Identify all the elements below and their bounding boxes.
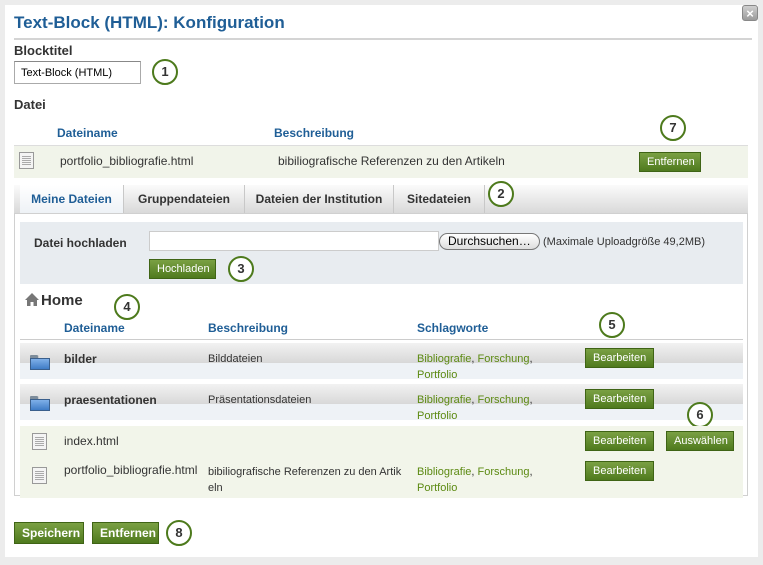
- folder-icon: [30, 355, 50, 370]
- tab-sitedateien[interactable]: Sitedateien: [394, 185, 485, 213]
- file-list-row: index.html Bearbeiten Auswählen: [20, 426, 743, 456]
- row-tags: Bibliografie, Forschung, Portfolio: [417, 353, 533, 381]
- file-list-row: portfolio_bibliografie.html bibiliografi…: [20, 456, 743, 498]
- max-upload-size-note: (Maximale Uploadgröße 49,2MB): [543, 236, 706, 248]
- tag-link[interactable]: Portfolio: [417, 482, 457, 494]
- browser-header-tags: Schlagworte: [417, 321, 489, 335]
- edit-button[interactable]: Bearbeiten: [585, 389, 654, 409]
- tag-link[interactable]: Portfolio: [417, 410, 457, 422]
- block-title-label: Blocktitel: [14, 43, 73, 58]
- save-button[interactable]: Speichern: [14, 522, 84, 544]
- config-dialog: × Text-Block (HTML): Konfiguration Block…: [5, 5, 758, 557]
- row-name[interactable]: portfolio_bibliografie.html: [64, 463, 197, 477]
- upload-file-input[interactable]: [149, 231, 439, 251]
- callout-6: 6: [687, 402, 713, 428]
- tag-link[interactable]: Forschung: [478, 466, 530, 478]
- row-description-line2: eln: [208, 482, 223, 494]
- selected-file-name[interactable]: portfolio_bibliografie.html: [60, 154, 193, 168]
- row-name[interactable]: bilder: [64, 352, 97, 366]
- row-name[interactable]: praesentationen: [64, 393, 157, 407]
- selected-file-header-filename: Dateiname: [57, 126, 118, 140]
- selected-file-row: portfolio_bibliografie.html bibiliografi…: [14, 145, 748, 178]
- edit-button[interactable]: Bearbeiten: [585, 431, 654, 451]
- folder-icon: [30, 396, 50, 411]
- file-list-row: praesentationen Präsentationsdateien Bib…: [20, 384, 743, 422]
- home-label[interactable]: Home: [41, 292, 83, 309]
- browser-header-divider: [20, 339, 743, 340]
- callout-3: 3: [228, 256, 254, 282]
- dialog-title: Text-Block (HTML): Konfiguration: [14, 13, 285, 32]
- remove-selected-file-button[interactable]: Entfernen: [639, 152, 701, 172]
- block-title-input[interactable]: [14, 61, 141, 84]
- tab-dateien-der-institution[interactable]: Dateien der Institution: [245, 185, 394, 213]
- row-name[interactable]: index.html: [64, 434, 119, 448]
- callout-4: 4: [114, 294, 140, 320]
- home-heading: Home: [25, 292, 83, 309]
- callout-8: 8: [166, 520, 192, 546]
- row-description-line1: bibiliografische Referenzen zu den Artik: [208, 466, 402, 478]
- edit-button[interactable]: Bearbeiten: [585, 461, 654, 481]
- upload-label: Datei hochladen: [34, 236, 127, 250]
- selected-file-description: bibiliografische Referenzen zu den Artik…: [278, 154, 505, 168]
- row-tags: Bibliografie, Forschung, Portfolio: [417, 394, 533, 422]
- tag-link[interactable]: Forschung: [478, 353, 530, 365]
- remove-block-button[interactable]: Entfernen: [92, 522, 159, 544]
- file-icon: [32, 467, 47, 484]
- file-section-label: Datei: [14, 97, 46, 112]
- edit-button[interactable]: Bearbeiten: [585, 348, 654, 368]
- file-source-tabs: Meine Dateien Gruppendateien Dateien der…: [14, 185, 748, 214]
- file-icon: [19, 152, 34, 169]
- tag-link[interactable]: Bibliografie: [417, 466, 471, 478]
- tag-link[interactable]: Forschung: [478, 394, 530, 406]
- tag-link[interactable]: Portfolio: [417, 369, 457, 381]
- selected-file-header-description: Beschreibung: [274, 126, 355, 140]
- browser-header-description: Beschreibung: [208, 321, 289, 335]
- file-icon: [32, 433, 47, 450]
- callout-7: 7: [660, 115, 686, 141]
- select-button[interactable]: Auswählen: [666, 431, 734, 451]
- row-description: bibiliografische Referenzen zu den Artik…: [208, 464, 408, 496]
- tab-gruppendateien[interactable]: Gruppendateien: [124, 185, 245, 213]
- upload-button[interactable]: Hochladen: [149, 259, 216, 279]
- browse-button[interactable]: Durchsuchen…: [439, 233, 540, 250]
- title-divider: [14, 38, 752, 40]
- tag-link[interactable]: Bibliografie: [417, 353, 471, 365]
- file-list-row: bilder Bilddateien Bibliografie, Forschu…: [20, 343, 743, 381]
- browser-header-filename: Dateiname: [64, 321, 125, 335]
- row-description: Präsentationsdateien: [208, 394, 312, 406]
- row-description: Bilddateien: [208, 353, 263, 365]
- callout-1: 1: [152, 59, 178, 85]
- tag-link[interactable]: Bibliografie: [417, 394, 471, 406]
- close-icon[interactable]: ×: [742, 5, 758, 21]
- row-tags: Bibliografie, Forschung, Portfolio: [417, 466, 533, 494]
- callout-2: 2: [488, 181, 514, 207]
- tab-meine-dateien[interactable]: Meine Dateien: [20, 185, 124, 213]
- callout-5: 5: [599, 312, 625, 338]
- house-icon: [25, 293, 39, 306]
